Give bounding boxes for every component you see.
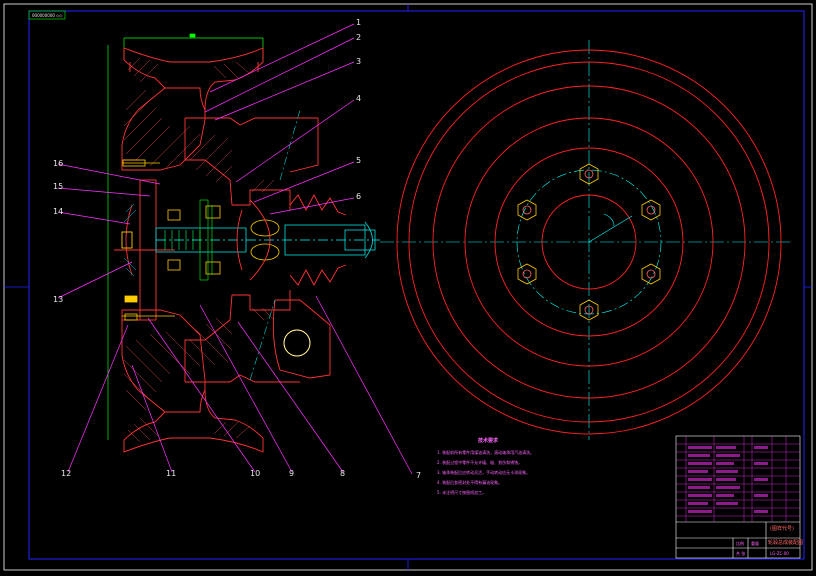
drawing-title: 轮毂总成装配图 [768, 539, 803, 546]
part-label: 15 [53, 182, 63, 191]
scale-label: 比例 [736, 540, 744, 546]
frame-tick-marks [4, 4, 812, 570]
title-block-company: (图样代号) [770, 525, 794, 532]
note-line: 5. 未注明尺寸按图纸加工。 [437, 489, 486, 495]
note-line: 3. 轴承装配后应转动灵活，手动转动应无卡滞现象。 [437, 469, 530, 475]
outer-frame [3, 3, 813, 571]
hub-body [184, 117, 331, 383]
note-line: 2. 装配过程中零件不允许磕、碰、划伤和锈蚀。 [437, 459, 522, 465]
drawing-code: LG-ZC-00 [770, 551, 789, 556]
hub-hatch [189, 134, 275, 366]
stamp-text: 000000000 ◇◇ [32, 13, 63, 18]
part-label: 3 [356, 57, 361, 66]
parts-list-fills [688, 446, 768, 513]
part-label: 8 [340, 469, 345, 478]
knuckle-eye [283, 329, 311, 357]
part-label: 5 [356, 156, 361, 165]
part-label: 14 [53, 207, 63, 216]
part-label: 13 [53, 295, 63, 304]
part-label: 12 [61, 469, 71, 478]
part-label: 2 [356, 33, 361, 42]
front-view [380, 40, 790, 440]
rim-hatch-lower [123, 331, 251, 443]
part-label: 16 [53, 159, 63, 168]
sheet-label: 共 张 [736, 550, 745, 556]
brake-flange [114, 179, 175, 321]
cad-drawing-canvas: 000000000 ◇◇ 1 2 3 4 5 6 7 8 9 10 11 12 … [3, 3, 813, 571]
part-label: 4 [356, 94, 361, 103]
note-line: 1. 装配前所有零件用煤油清洗，滚动轴承用汽油清洗。 [437, 449, 534, 455]
technical-notes: 技术要求 1. 装配前所有零件用煤油清洗，滚动轴承用汽油清洗。 2. 装配过程中… [437, 437, 534, 495]
part-label: 6 [356, 192, 361, 201]
notes-title: 技术要求 [478, 437, 499, 444]
leader-lines [57, 23, 413, 475]
part-label: 7 [416, 471, 421, 480]
part-label: 9 [289, 469, 294, 478]
note-line: 4. 装配后各密封处不得有漏油现象。 [437, 479, 502, 485]
part-label: 1 [356, 18, 361, 27]
part-label: 11 [166, 469, 176, 478]
angle-dimension [588, 213, 633, 243]
wheel-bolts [122, 159, 175, 321]
title-block: (图样代号) 轮毂总成装配图 LG-ZC-00 比例 重量 共 张 [675, 435, 803, 559]
part-label: 10 [250, 469, 260, 478]
weight-label: 重量 [751, 540, 759, 546]
section-view [107, 33, 380, 453]
